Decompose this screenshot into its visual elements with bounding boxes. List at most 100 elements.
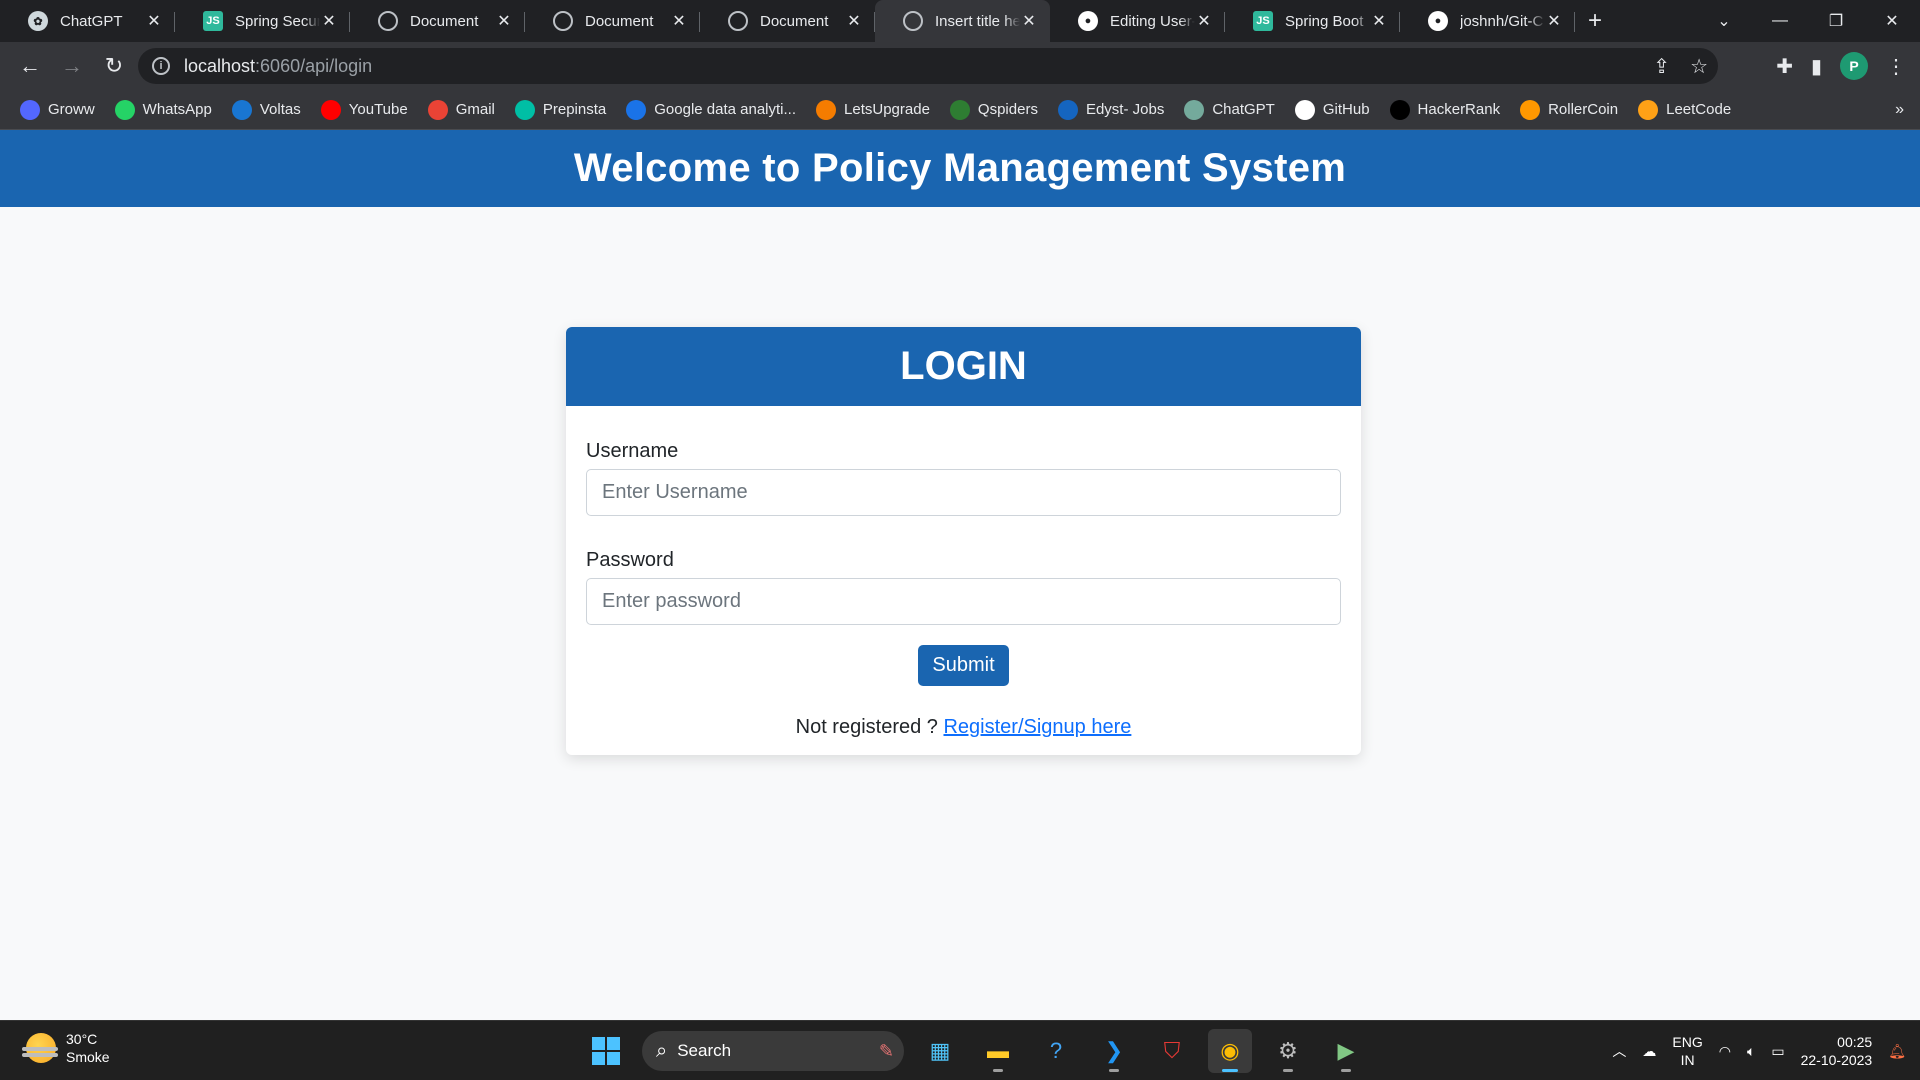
browser-menu-icon[interactable]: ⋮ xyxy=(1886,54,1906,79)
bookmark-star-icon[interactable]: ☆ xyxy=(1690,54,1708,79)
profile-avatar[interactable]: P xyxy=(1840,52,1868,80)
browser-tab[interactable]: Document ✕ xyxy=(525,0,700,42)
reload-icon[interactable]: ↻ xyxy=(94,46,134,86)
bookmark-item[interactable]: LeetCode xyxy=(1638,99,1731,120)
page-title: Welcome to Policy Management System xyxy=(573,146,1347,190)
bookmark-item[interactable]: Google data analyti... xyxy=(626,99,796,120)
minimize-icon[interactable]: — xyxy=(1752,12,1808,30)
back-arrow-icon[interactable]: ← xyxy=(10,46,50,86)
volume-icon[interactable]: 🔈︎ xyxy=(1747,1043,1755,1060)
browser-tab[interactable]: JS Spring Security✕ xyxy=(175,0,350,42)
browser-tab[interactable]: ● Editing User- ✕ xyxy=(1050,0,1225,42)
settings-gear-icon[interactable]: ⚙ xyxy=(1266,1029,1310,1073)
bookmark-favicon-icon xyxy=(20,99,40,120)
clock-time: 00:25 xyxy=(1837,1034,1873,1050)
tab-close-icon[interactable]: ✕ xyxy=(1020,11,1038,31)
start-button[interactable] xyxy=(584,1029,628,1073)
bookmark-item[interactable]: Groww xyxy=(20,99,95,120)
language-indicator[interactable]: ENG IN xyxy=(1672,1033,1702,1069)
weather-widget[interactable]: 30°C Smoke xyxy=(22,1030,110,1066)
wifi-icon[interactable]: ◠ xyxy=(1719,1043,1731,1060)
tab-close-icon[interactable]: ✕ xyxy=(145,11,163,31)
username-input[interactable]: Enter Username xyxy=(586,469,1341,516)
tab-label: Document xyxy=(760,12,829,30)
microsoft-store-icon[interactable]: ▦ xyxy=(918,1029,962,1073)
side-panel-icon[interactable]: ▮ xyxy=(1811,54,1822,79)
tab-close-icon[interactable]: ✕ xyxy=(1195,11,1213,31)
tab-close-icon[interactable]: ✕ xyxy=(495,11,513,31)
bookmark-favicon-icon xyxy=(320,99,341,120)
page-content: Welcome to Policy Management System LOGI… xyxy=(0,130,1920,1020)
username-label: Username xyxy=(586,440,679,462)
bookmark-item[interactable]: Edyst- Jobs xyxy=(1057,99,1164,120)
tab-close-icon[interactable]: ✕ xyxy=(670,11,688,31)
bookmark-label: Prepinsta xyxy=(542,101,607,118)
tab-close-icon[interactable]: ✕ xyxy=(1370,11,1388,31)
tab-search-chevron-icon[interactable]: ⌄ xyxy=(1696,11,1752,31)
share-icon[interactable]: ⇪ xyxy=(1653,54,1670,79)
bookmarks-overflow-icon[interactable]: » xyxy=(1895,101,1904,119)
browser-tab[interactable]: ✿ ChatGPT ✕ xyxy=(0,0,175,42)
notification-bell-icon[interactable]: 🔔︎ xyxy=(1888,1043,1906,1060)
browser-tab[interactable]: Insert title here✕ xyxy=(875,0,1050,42)
mcafee-icon[interactable]: ⛉ xyxy=(1150,1029,1194,1073)
username-placeholder: Enter Username xyxy=(602,481,748,503)
window-close-icon[interactable]: ✕ xyxy=(1864,11,1920,31)
new-tab-button[interactable]: + xyxy=(1575,0,1615,42)
help-icon[interactable]: ? xyxy=(1034,1029,1078,1073)
forward-arrow-icon[interactable]: → xyxy=(52,46,92,86)
lang-primary: ENG xyxy=(1672,1034,1703,1050)
vscode-icon[interactable]: ❯ xyxy=(1092,1029,1136,1073)
media-app-icon[interactable]: ▶ xyxy=(1324,1029,1368,1073)
register-prompt-text: Not registered ? xyxy=(795,716,944,738)
battery-icon[interactable]: ▭ xyxy=(1771,1043,1784,1060)
tab-label: Document xyxy=(410,12,479,30)
taskbar-search[interactable]: ⌕ Search ✎ xyxy=(642,1031,904,1071)
bookmark-item[interactable]: WhatsApp xyxy=(114,99,212,120)
onedrive-icon[interactable]: ☁ xyxy=(1642,1043,1656,1060)
browser-tab[interactable]: Document ✕ xyxy=(350,0,525,42)
bookmark-item[interactable]: Qspiders xyxy=(949,99,1038,120)
tab-close-icon[interactable]: ✕ xyxy=(1545,11,1563,31)
bookmark-item[interactable]: LetsUpgrade xyxy=(816,99,930,120)
browser-tab[interactable]: JS Spring Boot ✕ xyxy=(1225,0,1400,42)
clock[interactable]: 00:25 22-10-2023 xyxy=(1801,1033,1873,1069)
browser-tab[interactable]: ● joshnh/Git-C ✕ xyxy=(1400,0,1575,42)
site-info-icon[interactable]: i xyxy=(152,57,170,75)
address-bar[interactable]: i localhost:6060/api/login ⇪ ☆ xyxy=(138,48,1718,84)
file-explorer-icon[interactable]: ▬ xyxy=(976,1029,1020,1073)
tab-close-icon[interactable]: ✕ xyxy=(845,11,863,31)
submit-button[interactable]: Submit xyxy=(918,645,1009,686)
password-input[interactable]: Enter password xyxy=(586,578,1341,625)
restore-icon[interactable]: ❐ xyxy=(1808,11,1864,31)
bookmark-favicon-icon xyxy=(114,99,135,120)
tab-close-icon[interactable]: ✕ xyxy=(320,11,338,31)
system-tray: ︿ ☁ ENG IN ◠ 🔈︎ ▭ 00:25 22-10-2023 🔔︎ xyxy=(1612,1021,1920,1080)
bookmark-label: ChatGPT xyxy=(1212,101,1275,118)
github-icon: ● xyxy=(1078,11,1098,31)
bookmark-item[interactable]: YouTube xyxy=(320,99,408,120)
chrome-icon[interactable]: ◉ xyxy=(1208,1029,1252,1073)
bookmark-label: HackerRank xyxy=(1417,101,1501,118)
tab-label: Spring Security xyxy=(235,12,320,30)
browser-tab[interactable]: Document ✕ xyxy=(700,0,875,42)
bookmark-item[interactable]: Voltas xyxy=(231,99,301,120)
bookmarks-bar: Groww WhatsApp Voltas YouTube Gmail Prepinsta… xyxy=(0,90,1920,130)
weather-temp: 30°C xyxy=(66,1031,98,1047)
register-link[interactable]: Register/Signup here xyxy=(943,716,1131,738)
bookmark-item[interactable]: Prepinsta xyxy=(514,99,607,120)
tab-label: Document xyxy=(585,12,654,30)
login-card: LOGIN Username Enter Username Password E… xyxy=(566,327,1361,755)
extensions-puzzle-icon[interactable]: ✚ xyxy=(1776,54,1793,79)
bookmark-favicon-icon xyxy=(949,99,970,120)
bookmark-item[interactable]: Gmail xyxy=(427,99,495,120)
bookmark-item[interactable]: GitHub xyxy=(1294,99,1370,120)
show-hidden-icons-chevron-icon[interactable]: ︿ xyxy=(1612,1041,1626,1061)
taskbar-search-label: Search xyxy=(677,1041,732,1060)
bookmark-item[interactable]: RollerCoin xyxy=(1520,99,1618,120)
bookmark-item[interactable]: ChatGPT xyxy=(1184,99,1275,120)
bookmark-favicon-icon xyxy=(816,99,837,120)
bookmark-label: Qspiders xyxy=(977,101,1038,118)
globe-icon xyxy=(378,11,398,31)
bookmark-item[interactable]: HackerRank xyxy=(1389,99,1501,120)
